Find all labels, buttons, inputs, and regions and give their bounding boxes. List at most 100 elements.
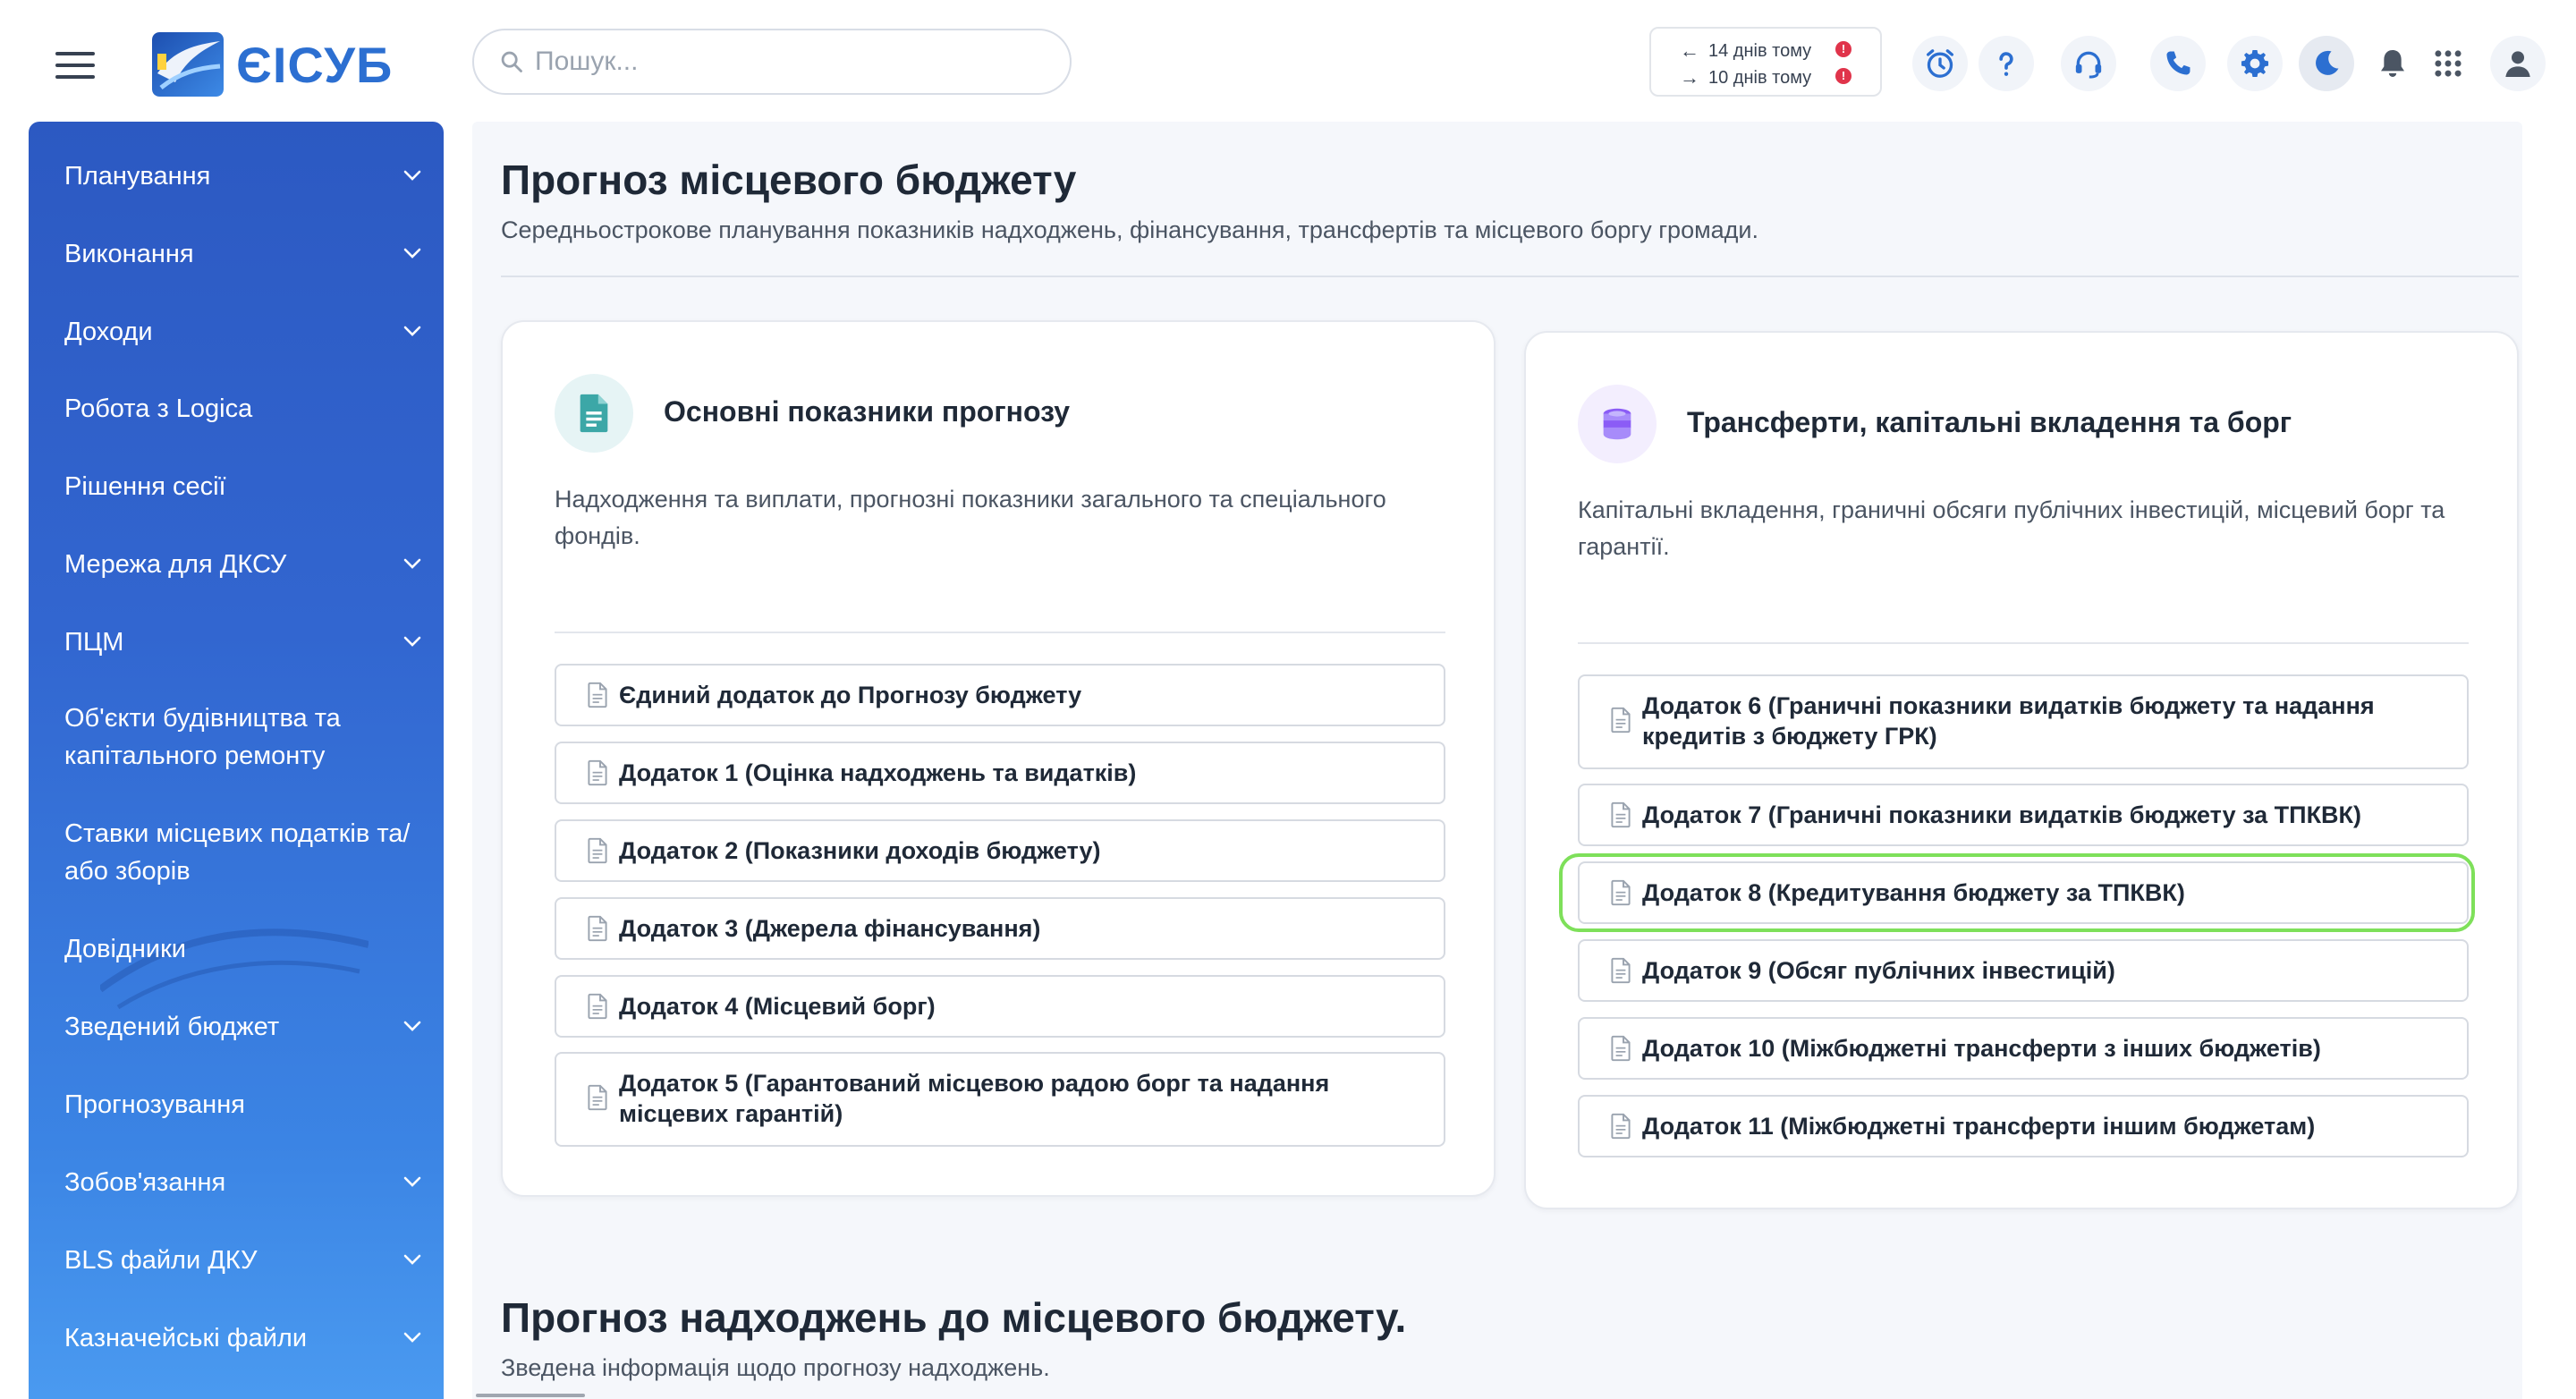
file-icon bbox=[1611, 957, 1631, 984]
appendix-8-button[interactable]: Додаток 8 (Кредитування бюджету за ТПКВК… bbox=[1578, 861, 2469, 924]
phone-icon[interactable] bbox=[2150, 36, 2206, 91]
button-label: Додаток 5 (Гарантований місцевою радою б… bbox=[619, 1070, 1330, 1127]
file-icon bbox=[1611, 879, 1631, 906]
button-label: Додаток 3 (Джерела фінансування) bbox=[619, 915, 1041, 942]
file-icon bbox=[588, 915, 607, 942]
sidebar-item-label: Доходи bbox=[64, 318, 153, 346]
button-label: Додаток 2 (Показники доходів бюджету) bbox=[619, 837, 1101, 864]
alert-badge-icon: ! bbox=[1835, 41, 1852, 57]
sidebar-item-label: Виконання bbox=[64, 240, 194, 268]
sidebar-item-label: Ставки місцевих податків та/або зборів bbox=[64, 819, 411, 886]
appendix-2-button[interactable]: Додаток 2 (Показники доходів бюджету) bbox=[555, 819, 1445, 882]
button-label: Додаток 9 (Обсяг публічних інвестицій) bbox=[1642, 957, 2115, 984]
appendix-11-button[interactable]: Додаток 11 (Міжбюджетні трансферти іншим… bbox=[1578, 1095, 2469, 1157]
sidebar-item-forecasting[interactable]: Прогнозування bbox=[64, 1086, 422, 1123]
sidebar-item-income[interactable]: Доходи bbox=[64, 313, 422, 351]
date-back-label: 14 днів тому bbox=[1708, 40, 1812, 61]
sidebar-item-planning[interactable]: Планування bbox=[64, 157, 422, 195]
apps-grid-icon[interactable] bbox=[2420, 36, 2476, 91]
sidebar-item-session-decisions[interactable]: Рішення сесії bbox=[64, 468, 422, 505]
document-icon bbox=[555, 374, 633, 453]
appendix-1-button[interactable]: Додаток 1 (Оцінка надходжень та видатків… bbox=[555, 742, 1445, 804]
page-subtitle: Середньострокове планування показників н… bbox=[501, 216, 1759, 243]
appendix-6-button[interactable]: Додаток 6 (Граничні показники видатків б… bbox=[1578, 674, 2469, 769]
appendix-5-button[interactable]: Додаток 5 (Гарантований місцевою радою б… bbox=[555, 1052, 1445, 1147]
chevron-down-icon bbox=[403, 326, 421, 336]
sidebar-item-construction-objects[interactable]: Об'єкти будівництва та капітального ремо… bbox=[64, 700, 422, 775]
button-label: Додаток 8 (Кредитування бюджету за ТПКВК… bbox=[1642, 879, 2185, 906]
chevron-down-icon bbox=[403, 1021, 421, 1031]
coins-icon bbox=[1578, 385, 1657, 463]
button-label: Додаток 4 (Місцевий борг) bbox=[619, 993, 936, 1020]
sidebar-item-label: Планування bbox=[64, 162, 211, 191]
sidebar-item-label: Робота з Logica bbox=[64, 394, 253, 423]
sidebar-item-execution[interactable]: Виконання bbox=[64, 235, 422, 273]
moon-icon[interactable] bbox=[2299, 36, 2354, 91]
divider bbox=[501, 276, 2519, 277]
sidebar: Планування Виконання Доходи Робота з Log… bbox=[29, 122, 444, 1399]
button-label: Додаток 10 (Міжбюджетні трансферти з інш… bbox=[1642, 1035, 2321, 1062]
button-label: Єдиний додаток до Прогнозу бюджету bbox=[619, 682, 1082, 708]
search-input[interactable] bbox=[533, 46, 1038, 78]
alert-badge-icon: ! bbox=[1835, 68, 1852, 84]
arrow-left-icon: ← bbox=[1680, 39, 1699, 62]
last-visit-dates[interactable]: ← 14 днів тому → 10 днів тому ! ! bbox=[1649, 27, 1882, 97]
chevron-down-icon bbox=[403, 1332, 421, 1343]
sidebar-item-label: BLS файли ДКУ bbox=[64, 1246, 258, 1275]
card-main-indicators: Основні показники прогнозу Надходження т… bbox=[501, 320, 1496, 1197]
file-icon bbox=[588, 759, 607, 786]
card-description: Капітальні вкладення, граничні обсяги пу… bbox=[1578, 496, 2445, 560]
sidebar-item-obligations[interactable]: Зобов'язання bbox=[64, 1164, 422, 1201]
sidebar-item-pcm[interactable]: ПЦМ bbox=[64, 623, 422, 661]
app-logo[interactable]: ЄІСУБ bbox=[152, 32, 393, 97]
alarm-clock-icon[interactable] bbox=[1912, 36, 1968, 91]
section-subtitle: Зведена інформація щодо прогнозу надходж… bbox=[501, 1354, 1050, 1381]
card-divider bbox=[1578, 642, 2469, 644]
file-icon bbox=[588, 682, 607, 708]
sidebar-item-label: Прогнозування bbox=[64, 1090, 245, 1119]
appendix-4-button[interactable]: Додаток 4 (Місцевий борг) bbox=[555, 975, 1445, 1038]
headset-icon[interactable] bbox=[2061, 36, 2116, 91]
date-back-row: ← 14 днів тому bbox=[1680, 39, 1811, 63]
arrow-right-icon: → bbox=[1680, 66, 1699, 89]
appendix-9-button[interactable]: Додаток 9 (Обсяг публічних інвестицій) bbox=[1578, 939, 2469, 1002]
button-label: Додаток 11 (Міжбюджетні трансферти іншим… bbox=[1642, 1113, 2316, 1140]
appendix-10-button[interactable]: Додаток 10 (Міжбюджетні трансферти з інш… bbox=[1578, 1017, 2469, 1080]
search-box[interactable] bbox=[472, 29, 1072, 95]
file-icon bbox=[1611, 801, 1631, 828]
menu-icon[interactable] bbox=[55, 52, 95, 79]
sidebar-item-consolidated-budget[interactable]: Зведений бюджет bbox=[64, 1008, 422, 1046]
button-label: Додаток 6 (Граничні показники видатків б… bbox=[1642, 692, 2375, 750]
gear-icon[interactable] bbox=[2227, 36, 2283, 91]
sidebar-item-label: Об'єкти будівництва та капітального ремо… bbox=[64, 704, 341, 770]
sidebar-item-treasury-files[interactable]: Казначейські файли bbox=[64, 1319, 422, 1357]
appendix-7-button[interactable]: Додаток 7 (Граничні показники видатків б… bbox=[1578, 784, 2469, 846]
card-divider bbox=[555, 632, 1445, 633]
user-icon[interactable] bbox=[2490, 36, 2546, 91]
sidebar-item-bls-files[interactable]: BLS файли ДКУ bbox=[64, 1242, 422, 1279]
card-title: Основні показники прогнозу bbox=[664, 395, 1071, 428]
sidebar-item-label: ПЦМ bbox=[64, 628, 124, 657]
date-forward-row: → 10 днів тому bbox=[1680, 66, 1811, 89]
chevron-down-icon bbox=[403, 1254, 421, 1265]
sidebar-item-directories[interactable]: Довідники bbox=[64, 930, 422, 968]
appendix-3-button[interactable]: Додаток 3 (Джерела фінансування) bbox=[555, 897, 1445, 960]
logo-text: ЄІСУБ bbox=[236, 36, 394, 93]
button-label: Додаток 7 (Граничні показники видатків б… bbox=[1642, 801, 2362, 828]
sidebar-item-logica[interactable]: Робота з Logica bbox=[64, 390, 422, 428]
card-description: Надходження та виплати, прогнозні показн… bbox=[555, 486, 1386, 549]
sidebar-item-local-tax-rates[interactable]: Ставки місцевих податків та/або зборів bbox=[64, 815, 422, 890]
top-bar: ЄІСУБ ← 14 днів тому → 10 днів тому ! ! bbox=[0, 0, 2576, 122]
sidebar-item-label: Зобов'язання bbox=[64, 1168, 226, 1197]
search-icon bbox=[501, 51, 522, 72]
horizontal-scrollbar[interactable] bbox=[476, 1394, 585, 1397]
page-title: Прогноз місцевого бюджету bbox=[501, 157, 1077, 203]
sidebar-item-dksu-network[interactable]: Мережа для ДКСУ bbox=[64, 546, 422, 583]
file-icon bbox=[588, 993, 607, 1020]
bell-icon[interactable] bbox=[2365, 36, 2420, 91]
appendix-single-button[interactable]: Єдиний додаток до Прогнозу бюджету bbox=[555, 664, 1445, 726]
sidebar-item-label: Зведений бюджет bbox=[64, 1013, 280, 1041]
file-icon bbox=[1611, 1035, 1631, 1062]
help-icon[interactable] bbox=[1979, 36, 2034, 91]
file-icon bbox=[588, 837, 607, 864]
